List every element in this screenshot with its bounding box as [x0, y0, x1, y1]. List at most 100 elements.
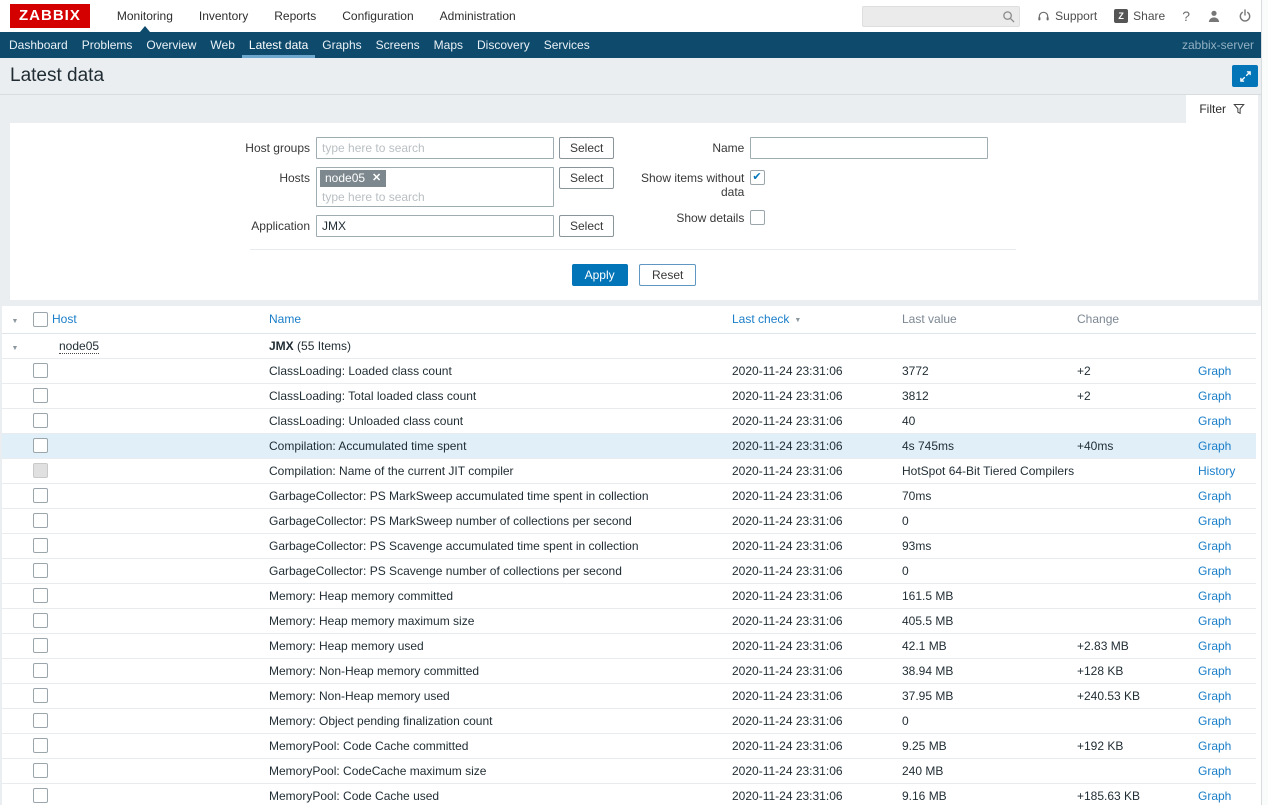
row-checkbox[interactable] [33, 413, 48, 428]
host-link[interactable]: node05 [59, 339, 99, 354]
share-link[interactable]: Z Share [1114, 9, 1165, 23]
show-details-checkbox[interactable] [750, 210, 765, 225]
item-action-link[interactable]: Graph [1198, 664, 1231, 678]
select-all-checkbox[interactable] [33, 312, 48, 327]
row-checkbox[interactable] [33, 663, 48, 678]
row-checkbox[interactable] [33, 388, 48, 403]
support-link[interactable]: Support [1037, 9, 1097, 23]
hosts-select-button[interactable]: Select [559, 167, 614, 189]
item-change [1077, 483, 1198, 508]
item-action-link[interactable]: Graph [1198, 589, 1231, 603]
submenu-item[interactable]: Services [537, 32, 597, 58]
collapse-group-icon[interactable]: ▼ [12, 345, 19, 352]
apply-button[interactable]: Apply [572, 264, 628, 286]
row-checkbox[interactable] [33, 688, 48, 703]
application-input[interactable] [316, 215, 554, 237]
logout-icon[interactable] [1238, 9, 1252, 23]
item-action-link[interactable]: Graph [1198, 714, 1231, 728]
table-row: MemoryPool: Code Cache used 2020-11-24 2… [2, 783, 1256, 805]
item-change: +2 [1077, 358, 1198, 383]
row-checkbox[interactable] [33, 738, 48, 753]
submenu-item[interactable]: Screens [369, 32, 427, 58]
main-menu-item[interactable]: Configuration [329, 0, 426, 32]
row-checkbox[interactable] [33, 638, 48, 653]
row-checkbox[interactable] [33, 488, 48, 503]
item-last-value: 161.5 MB [902, 583, 1077, 608]
chip-remove-icon[interactable]: ✕ [372, 173, 381, 184]
host-groups-select-button[interactable]: Select [559, 137, 614, 159]
row-checkbox[interactable] [33, 763, 48, 778]
item-name: ClassLoading: Total loaded class count [269, 383, 732, 408]
item-action-link[interactable]: Graph [1198, 489, 1231, 503]
row-checkbox[interactable] [33, 438, 48, 453]
sort-last-check-link[interactable]: Last check [732, 312, 789, 326]
item-last-value: 0 [902, 508, 1077, 533]
application-select-button[interactable]: Select [559, 215, 614, 237]
submenu-item[interactable]: Problems [75, 32, 140, 58]
submenu-item[interactable]: Web [203, 32, 241, 58]
row-checkbox[interactable] [33, 463, 48, 478]
host-chip[interactable]: node05 ✕ [320, 170, 386, 187]
search-icon[interactable] [1002, 10, 1015, 23]
table-row: GarbageCollector: PS MarkSweep accumulat… [2, 483, 1256, 508]
kiosk-mode-button[interactable] [1232, 65, 1258, 87]
main-menu-item[interactable]: Administration [427, 0, 529, 32]
browser-scrollbar[interactable] [1261, 0, 1268, 805]
item-action-link[interactable]: Graph [1198, 389, 1231, 403]
application-group-name: JMX [269, 339, 294, 353]
item-action-link[interactable]: Graph [1198, 764, 1231, 778]
user-profile-icon[interactable] [1207, 9, 1221, 23]
search-input[interactable] [862, 6, 1020, 27]
row-checkbox[interactable] [33, 538, 48, 553]
submenu-item[interactable]: Latest data [242, 32, 315, 58]
zabbix-logo[interactable]: ZABBIX [10, 4, 90, 28]
item-last-check: 2020-11-24 23:31:06 [732, 758, 902, 783]
item-action-link[interactable]: History [1198, 464, 1235, 478]
funnel-icon [1233, 103, 1245, 115]
submenu-item[interactable]: Overview [139, 32, 203, 58]
hosts-multiselect[interactable]: node05 ✕ type here to search [316, 167, 554, 207]
row-checkbox[interactable] [33, 363, 48, 378]
item-action-link[interactable]: Graph [1198, 789, 1231, 803]
item-last-value: 4s 745ms [902, 433, 1077, 458]
host-groups-input[interactable] [316, 137, 554, 159]
row-checkbox[interactable] [33, 513, 48, 528]
submenu-item[interactable]: Maps [427, 32, 470, 58]
name-filter-input[interactable] [750, 137, 988, 159]
item-change [1077, 458, 1198, 483]
help-icon[interactable]: ? [1182, 8, 1190, 24]
item-action-link[interactable]: Graph [1198, 689, 1231, 703]
item-last-check: 2020-11-24 23:31:06 [732, 783, 902, 805]
item-last-value: 3812 [902, 383, 1077, 408]
item-action-link[interactable]: Graph [1198, 564, 1231, 578]
row-checkbox[interactable] [33, 613, 48, 628]
sort-name-link[interactable]: Name [269, 312, 301, 326]
sort-host-link[interactable]: Host [52, 312, 77, 326]
row-checkbox[interactable] [33, 563, 48, 578]
item-action-link[interactable]: Graph [1198, 414, 1231, 428]
submenu-item[interactable]: Graphs [315, 32, 368, 58]
row-checkbox[interactable] [33, 788, 48, 803]
item-action-link[interactable]: Graph [1198, 364, 1231, 378]
host-groups-label: Host groups [10, 137, 316, 155]
item-action-link[interactable]: Graph [1198, 614, 1231, 628]
item-action-link[interactable]: Graph [1198, 439, 1231, 453]
item-name: MemoryPool: Code Cache used [269, 783, 732, 805]
collapse-all-icon[interactable]: ▼ [12, 318, 19, 325]
item-action-link[interactable]: Graph [1198, 539, 1231, 553]
filter-tab[interactable]: Filter [1186, 95, 1258, 123]
item-action-link[interactable]: Graph [1198, 739, 1231, 753]
item-action-link[interactable]: Graph [1198, 514, 1231, 528]
main-menu-item[interactable]: Monitoring [104, 0, 186, 32]
item-name: GarbageCollector: PS Scavenge accumulate… [269, 533, 732, 558]
submenu-item[interactable]: Dashboard [2, 32, 75, 58]
row-checkbox[interactable] [33, 713, 48, 728]
row-checkbox[interactable] [33, 588, 48, 603]
main-menu-item[interactable]: Reports [261, 0, 329, 32]
item-action-link[interactable]: Graph [1198, 639, 1231, 653]
submenu-item[interactable]: Discovery [470, 32, 537, 58]
main-menu-item[interactable]: Inventory [186, 0, 261, 32]
filter-tab-label: Filter [1199, 102, 1226, 116]
reset-button[interactable]: Reset [639, 264, 696, 286]
show-items-without-data-checkbox[interactable] [750, 170, 765, 185]
